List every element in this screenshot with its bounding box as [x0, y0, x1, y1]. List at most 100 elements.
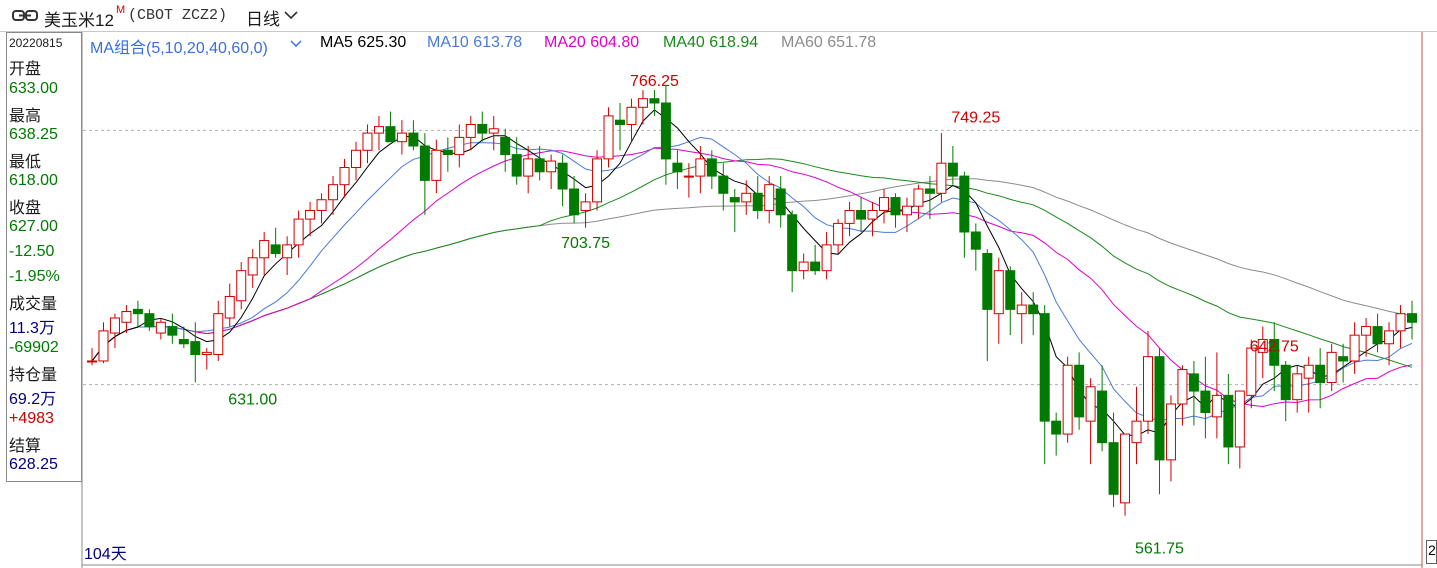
candle[interactable] — [660, 85, 671, 185]
candlestick-chart[interactable]: 766.25 749.25 703.75 631.00 561.75 642.75 — [0, 0, 1437, 568]
candle[interactable] — [121, 305, 132, 334]
candle[interactable] — [752, 176, 763, 220]
candle[interactable] — [546, 154, 557, 189]
candle[interactable] — [419, 133, 430, 215]
candle[interactable] — [637, 90, 648, 125]
candle[interactable] — [1372, 313, 1383, 353]
candle[interactable] — [603, 107, 614, 168]
candle[interactable] — [1200, 356, 1211, 439]
candle[interactable] — [534, 145, 545, 181]
candle[interactable] — [431, 139, 442, 194]
candle[interactable] — [224, 283, 235, 327]
candle[interactable] — [729, 188, 740, 232]
candle[interactable] — [155, 317, 166, 340]
candle[interactable] — [683, 163, 694, 198]
candle[interactable] — [1074, 352, 1085, 430]
candle[interactable] — [1165, 395, 1176, 482]
candle[interactable] — [787, 210, 798, 293]
candle[interactable] — [293, 210, 304, 258]
candle[interactable] — [798, 253, 809, 280]
candle[interactable] — [844, 201, 855, 237]
candle[interactable] — [213, 300, 224, 361]
chevron-down-icon[interactable] — [290, 40, 302, 48]
candle[interactable] — [98, 322, 109, 364]
candle[interactable] — [385, 111, 396, 143]
candle[interactable] — [1143, 330, 1153, 435]
candle[interactable] — [167, 313, 178, 344]
candle[interactable] — [1120, 433, 1131, 516]
candle[interactable] — [901, 197, 912, 232]
candle[interactable] — [442, 137, 453, 172]
candle[interactable] — [1269, 322, 1280, 392]
candle[interactable] — [959, 171, 970, 258]
candle[interactable] — [1097, 365, 1108, 452]
candle[interactable] — [856, 197, 867, 232]
candle[interactable] — [465, 115, 476, 151]
candle[interactable] — [1131, 386, 1142, 465]
candle[interactable] — [1326, 343, 1337, 392]
candle[interactable] — [1108, 412, 1119, 508]
candle[interactable] — [821, 231, 832, 280]
candle[interactable] — [362, 124, 373, 164]
candle[interactable] — [741, 180, 752, 215]
candle[interactable] — [1085, 378, 1096, 465]
candle[interactable] — [1349, 322, 1360, 374]
candle[interactable] — [1292, 365, 1303, 413]
candle[interactable] — [672, 150, 683, 189]
candle[interactable] — [488, 115, 499, 151]
candle[interactable] — [1395, 305, 1406, 349]
candle[interactable] — [1177, 365, 1188, 426]
candle[interactable] — [236, 262, 247, 310]
candle[interactable] — [764, 176, 775, 224]
candle[interactable] — [259, 231, 270, 275]
scroll-thumb[interactable]: 2 — [1426, 540, 1437, 564]
candle[interactable] — [890, 193, 901, 228]
candle[interactable] — [201, 348, 212, 370]
candle[interactable] — [1338, 343, 1349, 383]
candle[interactable] — [408, 120, 419, 151]
candle[interactable] — [879, 188, 889, 224]
candle[interactable] — [1154, 348, 1165, 495]
candle[interactable] — [1234, 390, 1245, 469]
candle[interactable] — [557, 154, 568, 207]
candle[interactable] — [1407, 300, 1417, 340]
candle[interactable] — [477, 111, 488, 142]
candle[interactable] — [109, 313, 120, 349]
candle[interactable] — [316, 193, 327, 224]
candle[interactable] — [523, 145, 534, 194]
candle[interactable] — [270, 227, 281, 258]
candle[interactable] — [1005, 266, 1016, 336]
candle[interactable] — [810, 244, 821, 275]
candle[interactable] — [247, 249, 258, 288]
candle[interactable] — [351, 141, 361, 181]
candle[interactable] — [970, 223, 981, 271]
candle[interactable] — [982, 249, 993, 361]
candle[interactable] — [993, 257, 1004, 344]
candle[interactable] — [1361, 317, 1372, 357]
candle[interactable] — [592, 150, 603, 211]
candle[interactable] — [1062, 356, 1073, 443]
candle[interactable] — [913, 184, 924, 220]
candle[interactable] — [396, 120, 407, 155]
candle[interactable] — [144, 309, 155, 331]
candle[interactable] — [936, 133, 947, 202]
candle[interactable] — [615, 102, 625, 151]
candle[interactable] — [1223, 373, 1234, 465]
candle[interactable] — [511, 137, 522, 185]
candle[interactable] — [1016, 292, 1027, 344]
candle[interactable] — [1188, 360, 1199, 426]
candle[interactable] — [1211, 352, 1222, 439]
candle[interactable] — [454, 124, 465, 168]
candle[interactable] — [775, 176, 786, 228]
candle[interactable] — [132, 300, 143, 327]
candle[interactable] — [569, 176, 580, 224]
candle[interactable] — [833, 219, 844, 254]
candle[interactable] — [718, 163, 729, 211]
candle[interactable] — [1039, 305, 1050, 465]
candle[interactable] — [373, 115, 384, 151]
candle[interactable] — [1315, 348, 1326, 409]
candle[interactable] — [1280, 360, 1291, 422]
candle[interactable] — [328, 176, 339, 215]
candle[interactable] — [1051, 412, 1062, 456]
candle[interactable] — [282, 236, 293, 275]
